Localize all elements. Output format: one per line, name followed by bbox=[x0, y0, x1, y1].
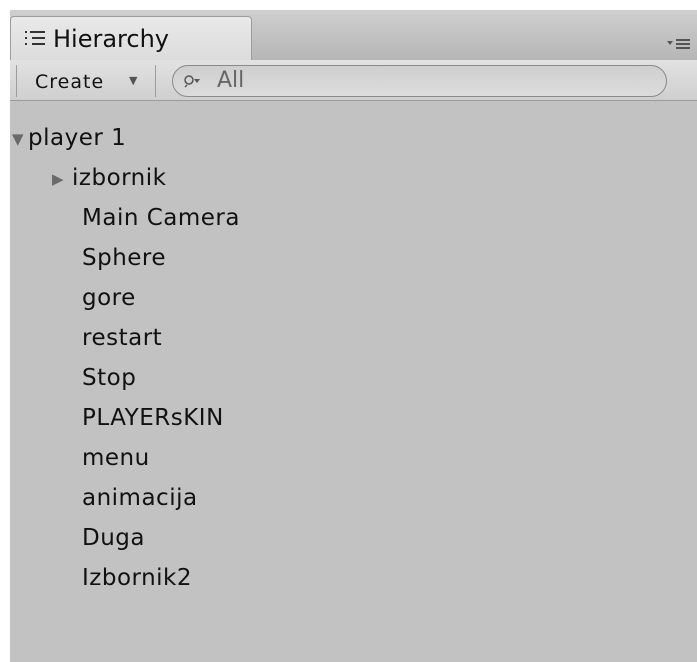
panel-options-icon[interactable] bbox=[667, 36, 691, 52]
hierarchy-window: Hierarchy Create ▼ ▼ player 1 bbox=[10, 10, 697, 662]
tree-item-main-camera[interactable]: Main Camera bbox=[82, 200, 240, 236]
search-input[interactable] bbox=[217, 67, 637, 93]
tree-item-menu[interactable]: menu bbox=[82, 440, 150, 476]
tree-item-label: gore bbox=[82, 285, 136, 311]
create-button[interactable]: Create ▼ bbox=[16, 65, 156, 97]
tree-item-label: Duga bbox=[82, 525, 145, 551]
tab-hierarchy[interactable]: Hierarchy bbox=[10, 16, 252, 60]
tree-item-playerskin[interactable]: PLAYERsKIN bbox=[82, 400, 224, 436]
create-button-label: Create bbox=[35, 71, 105, 93]
collapsed-arrow-icon[interactable]: ▶ bbox=[52, 161, 64, 197]
tree-item-restart[interactable]: restart bbox=[82, 320, 162, 356]
tree-item-label: Izbornik2 bbox=[82, 565, 192, 591]
list-icon bbox=[25, 31, 45, 45]
hierarchy-toolbar: Create ▼ bbox=[10, 60, 697, 101]
tree-item-duga[interactable]: Duga bbox=[82, 520, 145, 556]
tree-item-stop[interactable]: Stop bbox=[82, 360, 136, 396]
tree-item-label: Main Camera bbox=[82, 205, 240, 231]
tree-item-sphere[interactable]: Sphere bbox=[82, 240, 166, 276]
tree-item-label: player 1 bbox=[28, 125, 127, 151]
tree-item-animacija[interactable]: animacija bbox=[82, 480, 198, 516]
tree-item-izbornik2[interactable]: Izbornik2 bbox=[82, 560, 192, 596]
search-field[interactable] bbox=[172, 65, 667, 97]
tree-item-label: animacija bbox=[82, 485, 198, 511]
dropdown-arrow-icon: ▼ bbox=[129, 74, 138, 87]
tab-title: Hierarchy bbox=[53, 25, 170, 53]
tab-strip: Hierarchy bbox=[10, 10, 697, 61]
tree-item-label: PLAYERsKIN bbox=[82, 405, 224, 431]
search-icon[interactable] bbox=[184, 74, 200, 88]
tree-item-gore[interactable]: gore bbox=[82, 280, 136, 316]
tree-item-label: izbornik bbox=[72, 165, 167, 191]
expanded-arrow-icon[interactable]: ▼ bbox=[12, 121, 24, 157]
tree-item-label: menu bbox=[82, 445, 150, 471]
tree-item-label: Stop bbox=[82, 365, 137, 391]
tree-item-label: restart bbox=[82, 325, 163, 351]
tree-item-label: Sphere bbox=[82, 245, 167, 271]
